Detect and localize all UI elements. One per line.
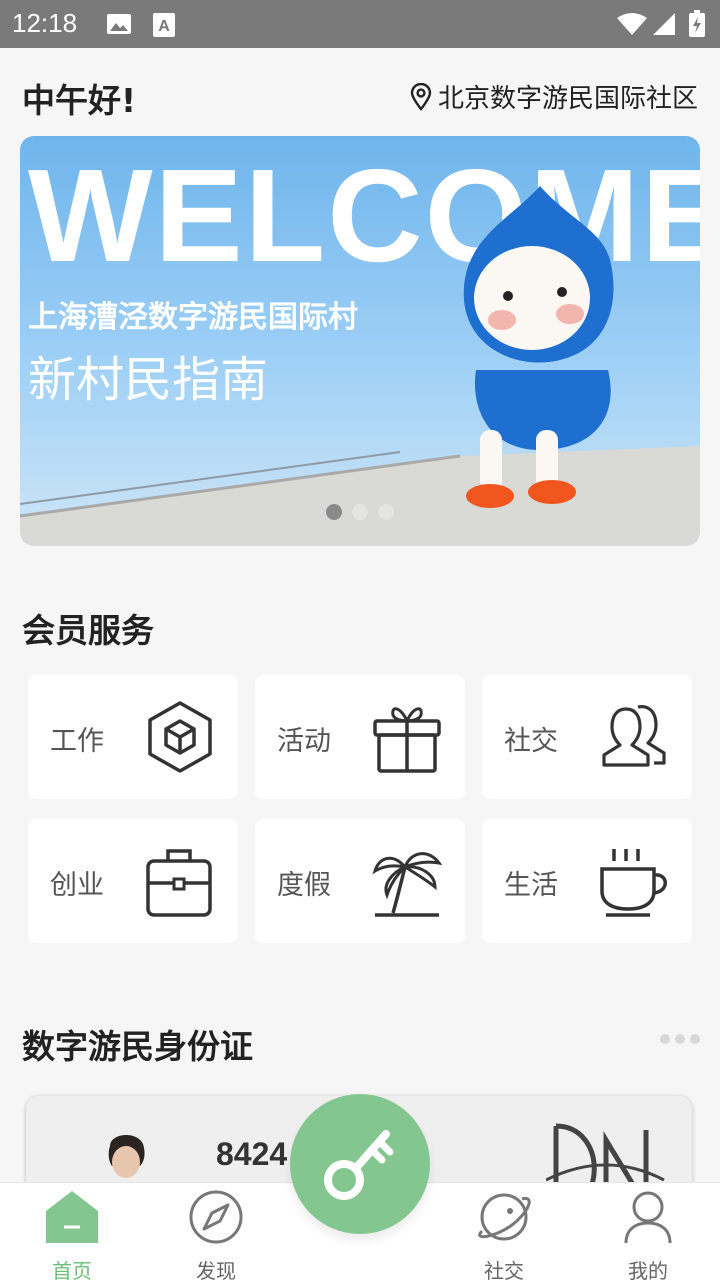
carousel-dot[interactable] xyxy=(326,504,342,520)
id-card-number: 8424 xyxy=(216,1136,288,1172)
svg-text:A: A xyxy=(158,18,170,35)
nav-label: 发现 xyxy=(196,1259,236,1280)
carousel-dot[interactable] xyxy=(378,504,394,520)
service-label: 社交 xyxy=(504,726,558,757)
service-card-vacation[interactable]: 度假 xyxy=(255,819,465,943)
nav-label: 社交 xyxy=(484,1259,524,1280)
banner-subtitle: 上海漕泾数字游民国际村 xyxy=(28,300,358,335)
carousel-dot[interactable] xyxy=(352,504,368,520)
service-card-startup[interactable]: 创业 xyxy=(28,819,238,943)
service-card-work[interactable]: 工作 xyxy=(28,675,238,799)
service-label: 生活 xyxy=(504,870,558,901)
banner-caption: 新村民指南 xyxy=(28,352,269,408)
coffee-cup-icon xyxy=(600,849,667,917)
user-icon xyxy=(624,1191,672,1244)
location-pin-icon xyxy=(410,82,432,111)
status-bar: 12:18 A xyxy=(0,0,720,48)
battery-charging-icon xyxy=(688,10,706,42)
service-card-events[interactable]: 活动 xyxy=(255,675,465,799)
location-label: 北京数字游民国际社区 xyxy=(437,84,698,114)
gift-icon xyxy=(373,707,441,773)
mascot-figure xyxy=(463,186,614,508)
status-time: 12:18 xyxy=(12,8,78,38)
compass-icon xyxy=(189,1190,243,1244)
service-card-social[interactable]: 社交 xyxy=(482,675,692,799)
image-notification-icon xyxy=(106,12,132,40)
location-selector[interactable]: 北京数字游民国际社区 xyxy=(410,78,698,115)
nav-label: 首页 xyxy=(52,1259,92,1280)
wifi-icon xyxy=(616,12,648,40)
nomad-id-title: 数字游民身份证 xyxy=(22,1027,253,1066)
nav-item-discover[interactable]: 发现 xyxy=(166,1183,266,1280)
service-label: 创业 xyxy=(50,870,104,901)
service-card-life[interactable]: 生活 xyxy=(482,819,692,943)
nav-item-home[interactable]: 首页 xyxy=(22,1183,122,1280)
more-options-icon[interactable] xyxy=(660,1034,700,1044)
key-icon xyxy=(324,1130,394,1200)
app-notification-icon: A xyxy=(152,12,176,42)
home-icon xyxy=(46,1191,98,1243)
welcome-banner-carousel[interactable]: WELCOME 上海漕泾数字游民国际村 新村民指南 xyxy=(20,136,700,546)
nav-item-social[interactable]: 社交 xyxy=(454,1183,554,1280)
briefcase-icon xyxy=(146,849,212,917)
service-label: 活动 xyxy=(277,726,331,757)
signal-icon xyxy=(652,12,676,40)
users-icon xyxy=(602,705,666,767)
carousel-indicator xyxy=(326,504,394,520)
service-label: 度假 xyxy=(277,870,331,901)
nav-label: 我的 xyxy=(628,1259,668,1280)
palm-tree-icon xyxy=(372,852,443,917)
cube-icon xyxy=(148,701,212,773)
nav-item-me[interactable]: 我的 xyxy=(598,1183,698,1280)
greeting-text: 中午好! xyxy=(22,81,137,120)
key-action-button[interactable] xyxy=(290,1094,430,1234)
planet-icon xyxy=(478,1193,531,1241)
service-label: 工作 xyxy=(50,726,104,757)
member-services-title: 会员服务 xyxy=(22,611,154,650)
